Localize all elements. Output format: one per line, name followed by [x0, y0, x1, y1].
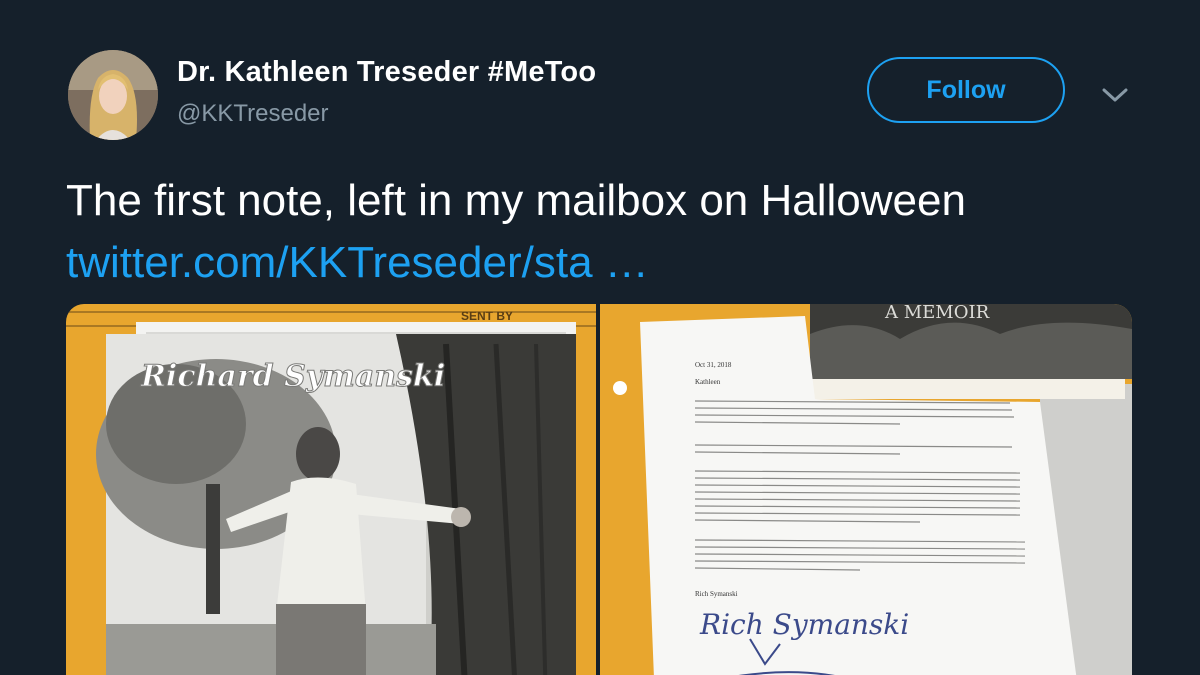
avatar[interactable] [68, 50, 158, 140]
user-handle[interactable]: @KKTreseder [177, 100, 329, 128]
follow-button[interactable]: Follow [867, 57, 1065, 123]
letter-signoff: Rich Symanski [695, 590, 738, 598]
tweet-media[interactable]: SENT BY Richard Symanski A MEMOIR Oct 31… [66, 304, 1132, 675]
chevron-down-icon[interactable] [1100, 80, 1130, 110]
tweet-text: The first note, left in my mailbox on Ha… [66, 170, 1146, 294]
photo-title: Richard Symanski [140, 359, 445, 394]
media-photo-left[interactable]: SENT BY Richard Symanski [66, 304, 596, 675]
letter-salutation: Kathleen [695, 378, 721, 386]
folder-label: SENT BY [461, 309, 513, 323]
display-name[interactable]: Dr. Kathleen Treseder #MeToo [177, 56, 596, 89]
tweet-link[interactable]: twitter.com/KKTreseder/sta … [66, 238, 649, 287]
profile-photo-icon [68, 50, 158, 140]
book-text: A MEMOIR [884, 304, 990, 323]
tweet-body: The first note, left in my mailbox on Ha… [66, 176, 966, 225]
letter-date: Oct 31, 2018 [695, 361, 732, 369]
letter-signature: Rich Symanski [699, 608, 909, 641]
tweet-card: Dr. Kathleen Treseder #MeToo @KKTreseder… [0, 0, 1200, 675]
media-photo-right[interactable]: A MEMOIR Oct 31, 2018 Kathleen Rich Syma… [600, 304, 1132, 675]
